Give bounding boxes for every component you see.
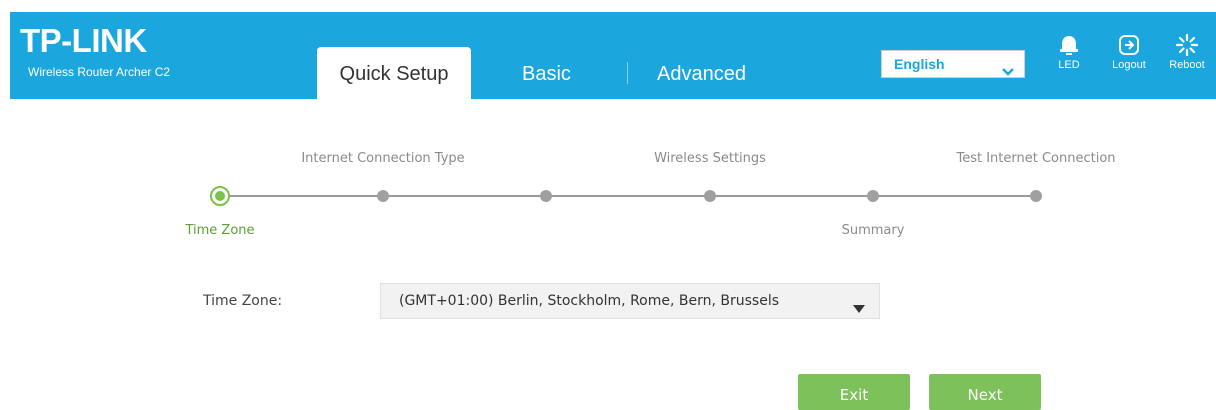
router-model: Wireless Router Archer C2 — [28, 65, 171, 79]
language-value: English — [894, 56, 945, 72]
step-dot-summary — [867, 190, 879, 202]
step-label-summary: Summary — [841, 223, 905, 238]
step-label-internet-connection-type: Internet Connection Type — [301, 151, 465, 166]
reboot-button[interactable]: Reboot — [1158, 34, 1216, 71]
time-zone-value: (GMT+01:00) Berlin, Stockholm, Rome, Ber… — [399, 293, 780, 309]
step-dot-internet-connection-type — [377, 190, 389, 202]
logout-button[interactable]: Logout — [1100, 34, 1158, 71]
step-label-time-zone: Time Zone — [185, 223, 255, 238]
next-button[interactable]: Next — [929, 374, 1041, 410]
tab-quick-setup[interactable]: Quick Setup — [317, 47, 471, 99]
chevron-down-icon — [1002, 61, 1014, 80]
language-select[interactable]: English — [881, 50, 1025, 78]
reboot-label: Reboot — [1169, 59, 1205, 71]
step-dot-3 — [540, 190, 552, 202]
brand-logo: TP-LINK — [20, 22, 147, 59]
time-zone-select[interactable]: (GMT+01:00) Berlin, Stockholm, Rome, Ber… — [380, 283, 880, 319]
step-dot-wireless-settings — [704, 190, 716, 202]
reboot-icon — [1158, 34, 1216, 56]
step-dot-test-internet-connection — [1030, 190, 1042, 202]
led-button[interactable]: LED — [1040, 34, 1098, 71]
caret-down-icon — [853, 298, 865, 317]
step-label-test-internet-connection: Test Internet Connection — [956, 151, 1116, 166]
step-dot-time-zone — [210, 186, 230, 206]
step-label-wireless-settings: Wireless Settings — [654, 151, 766, 166]
tab-advanced[interactable]: Advanced — [657, 63, 746, 86]
logout-icon — [1100, 34, 1158, 56]
top-header: TP-LINK Wireless Router Archer C2 Quick … — [10, 12, 1216, 99]
progress-track — [220, 195, 1037, 197]
led-label: LED — [1058, 59, 1080, 71]
exit-button[interactable]: Exit — [798, 374, 910, 410]
time-zone-label: Time Zone: — [203, 293, 283, 309]
logout-label: Logout — [1112, 59, 1146, 71]
tab-divider — [627, 62, 628, 84]
bell-icon — [1040, 34, 1098, 56]
tab-basic[interactable]: Basic — [522, 63, 571, 86]
